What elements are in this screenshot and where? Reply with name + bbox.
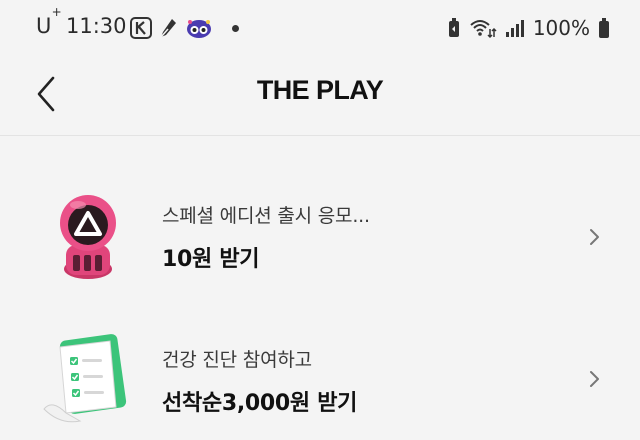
squid-game-guard-icon [60, 195, 116, 279]
battery-icon [599, 18, 609, 38]
battery-saver-icon [448, 18, 459, 37]
system-indicators: 100% [447, 14, 610, 42]
clock: 11:30 [66, 14, 127, 38]
wifi-icon [470, 20, 497, 39]
kakaopay-icon [130, 17, 152, 39]
signal-icon [505, 20, 524, 37]
chevron-right-icon [590, 371, 599, 387]
mascot-icon [187, 20, 211, 38]
notification-icons [130, 14, 239, 42]
page-title: THE PLAY [256, 75, 384, 105]
carrier-label: U+ [36, 5, 62, 38]
offer-subtitle: 건강 진단 참여하고 [162, 349, 312, 371]
status-bar: U+ 11:30 100% [0, 0, 640, 50]
offer-reward: 선착순3,000원 받기 [162, 391, 358, 416]
checklist-icon [43, 334, 127, 423]
offer-reward: 10원 받기 [162, 247, 260, 272]
offer-item[interactable]: 건강 진단 참여하고 선착순3,000원 받기 [0, 277, 640, 423]
notification-dot [232, 24, 239, 32]
offer-item[interactable]: 스페셜 에디션 출시 응모... 10원 받기 [0, 137, 640, 279]
chevron-right-icon [590, 229, 599, 245]
app-icon [160, 19, 176, 38]
battery-percent: 100% [532, 16, 590, 40]
offer-list: 스페셜 에디션 출시 응모... 10원 받기 건강 진단 참여하고 선착순3,… [0, 137, 640, 423]
app-header: THE PLAY [0, 50, 640, 136]
offer-subtitle: 스페셜 에디션 출시 응모... [162, 205, 370, 227]
